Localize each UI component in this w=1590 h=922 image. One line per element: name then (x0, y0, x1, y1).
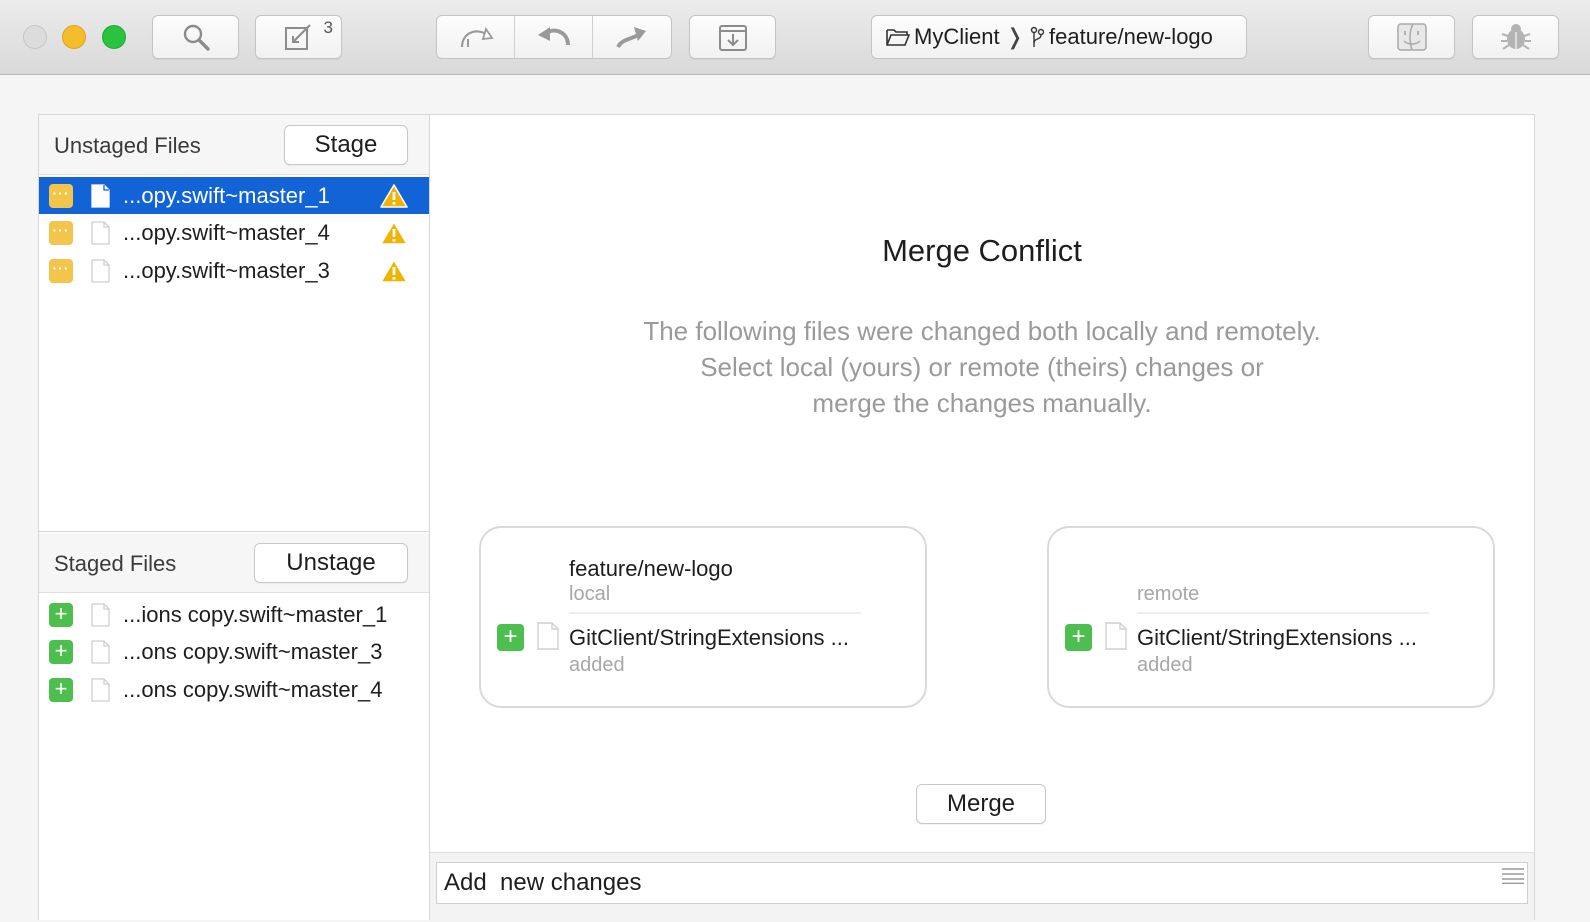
window-minimize-button[interactable] (62, 25, 86, 49)
branch-name[interactable]: feature/new-logo (1049, 24, 1213, 50)
commit-button[interactable]: 3 (255, 15, 342, 59)
warning-icon (380, 258, 408, 283)
file-sidebar: Unstaged Files Stage ··· ...opy.swift~mas… (38, 114, 430, 920)
breadcrumb[interactable]: MyClient ❭ feature/new-logo (871, 15, 1247, 59)
local-side-label: local (569, 583, 611, 605)
debug-button[interactable] (1472, 15, 1559, 59)
conflict-status-icon: ··· (49, 183, 73, 208)
text-lines-icon[interactable] (1502, 868, 1524, 884)
unstaged-header: Unstaged Files Stage (39, 115, 429, 175)
file-row[interactable]: ··· ...opy.swift~master_1 (39, 177, 429, 214)
document-icon (91, 677, 110, 702)
warning-icon (380, 221, 408, 245)
bug-icon (1500, 24, 1531, 50)
commit-edit-icon (284, 24, 311, 50)
file-row[interactable]: + ...ons copy.swift~master_3 (39, 634, 429, 671)
document-icon (91, 221, 110, 245)
download-icon (718, 25, 747, 51)
file-name: ...opy.swift~master_4 (123, 220, 330, 245)
commit-bar: Add new changes (430, 852, 1534, 922)
search-button[interactable] (152, 15, 239, 59)
local-branch-name: feature/new-logo (569, 556, 733, 581)
added-status-icon: + (49, 602, 73, 627)
description-line: Select local (yours) or remote (theirs) … (700, 352, 1264, 382)
added-status-icon: + (1065, 624, 1092, 651)
window-close-button[interactable] (23, 25, 47, 49)
panel-divider[interactable] (39, 531, 429, 532)
remote-side-label: remote (1137, 583, 1200, 605)
window-zoom-button[interactable] (102, 25, 126, 49)
remote-file-name: GitClient/StringExtensions ... (1137, 625, 1418, 650)
file-name: ...ons copy.swift~master_3 (123, 639, 383, 664)
toolbar: 3 MyClient ❭ feature/new-logo (0, 0, 1590, 75)
unstage-button[interactable]: Unstage (254, 543, 408, 583)
staged-title: Staged Files (54, 551, 177, 576)
folder-icon (886, 29, 910, 46)
stash-button[interactable] (689, 15, 776, 59)
document-icon (91, 258, 110, 283)
branch-icon (1030, 26, 1045, 47)
search-icon (183, 24, 210, 51)
push-icon (616, 27, 646, 49)
undo-button[interactable] (515, 16, 593, 58)
push-button[interactable] (593, 16, 671, 58)
finder-button[interactable] (1368, 15, 1455, 59)
file-name: ...ons copy.swift~master_4 (123, 676, 383, 702)
remote-changes-card[interactable]: remote + GitClient/StringExtensions ... … (1047, 526, 1495, 708)
added-status-icon: + (49, 640, 73, 664)
document-icon (91, 640, 110, 664)
staged-header: Staged Files Unstage (39, 533, 429, 593)
breadcrumb-chevron-icon: ❭ (1005, 24, 1025, 49)
conflict-status-icon: ··· (49, 221, 73, 245)
commit-count-badge: 3 (323, 18, 333, 37)
description-line: The following files were changed both lo… (643, 316, 1321, 346)
remote-file-state: added (1137, 654, 1193, 676)
file-row[interactable]: ··· ...opy.swift~master_3 (39, 252, 429, 289)
local-file-name: GitClient/StringExtensions ... (569, 625, 850, 650)
stage-button[interactable]: Stage (284, 125, 408, 165)
card-divider (569, 612, 861, 614)
pull-button[interactable] (437, 16, 515, 58)
document-icon (91, 183, 110, 208)
description-line: merge the changes manually. (812, 388, 1152, 418)
merge-button[interactable]: Merge (916, 784, 1046, 824)
repo-name[interactable]: MyClient (914, 24, 1000, 50)
sync-button-group (436, 15, 672, 59)
document-icon (537, 622, 559, 650)
added-status-icon: + (49, 677, 73, 702)
commit-message-input[interactable]: Add new changes (436, 862, 1528, 904)
file-name: ...ions copy.swift~master_1 (123, 601, 388, 627)
file-row[interactable]: + ...ions copy.swift~master_1 (39, 596, 429, 633)
file-name: ...opy.swift~master_3 (123, 257, 330, 283)
document-icon (91, 602, 110, 627)
file-name: ...opy.swift~master_1 (123, 182, 330, 208)
conflict-status-icon: ··· (49, 258, 73, 283)
document-icon (1105, 622, 1127, 650)
merge-conflict-description: The following files were changed both lo… (582, 313, 1382, 421)
file-row[interactable]: + ...ons copy.swift~master_4 (39, 671, 429, 708)
pull-icon (460, 26, 494, 48)
local-file-state: added (569, 654, 625, 676)
warning-icon (380, 183, 408, 208)
undo-icon (537, 27, 570, 46)
card-divider (1137, 612, 1429, 614)
local-changes-card[interactable]: feature/new-logo local + GitClient/Strin… (479, 526, 927, 708)
file-row[interactable]: ··· ...opy.swift~master_4 (39, 215, 429, 252)
unstaged-title: Unstaged Files (54, 133, 201, 158)
finder-icon (1396, 23, 1427, 51)
added-status-icon: + (497, 624, 524, 651)
merge-conflict-title: Merge Conflict (882, 233, 1082, 268)
merge-panel: Merge Conflict The following files were … (429, 114, 1535, 922)
